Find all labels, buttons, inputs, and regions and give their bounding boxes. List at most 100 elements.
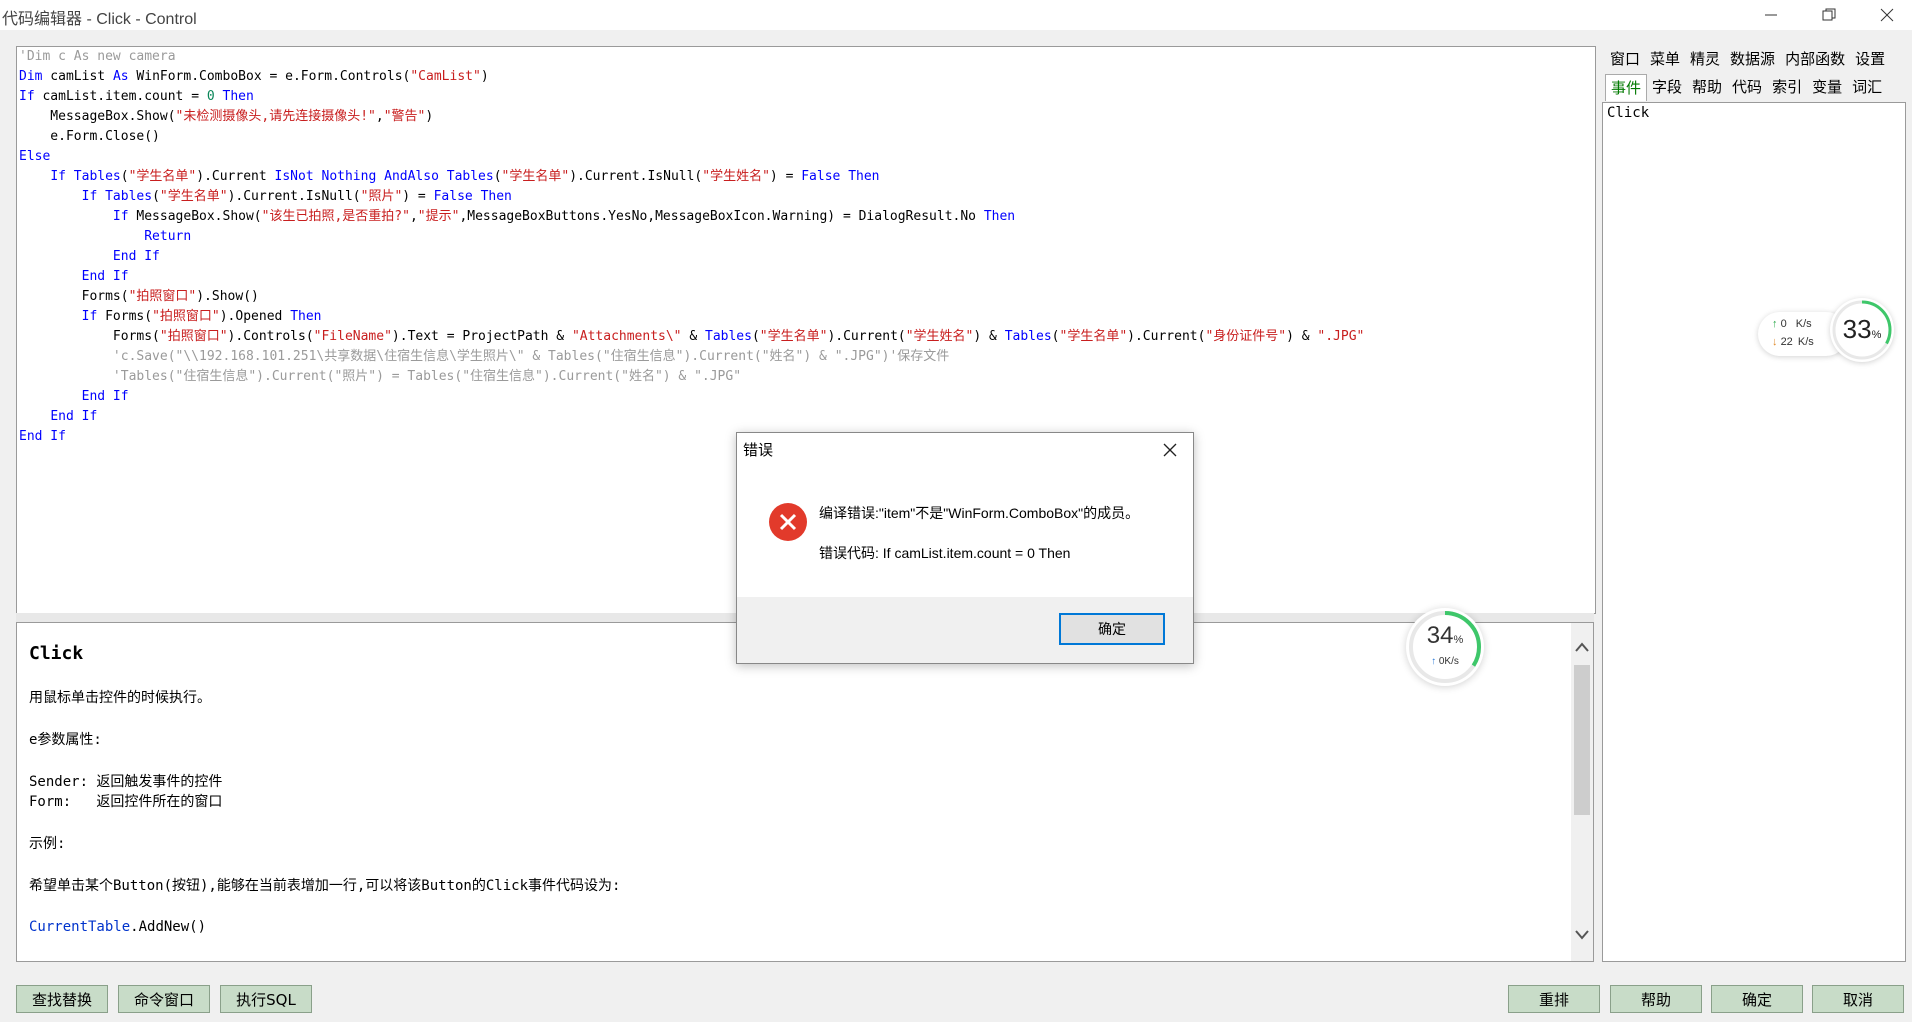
code-token: "学生姓名" [702,169,770,184]
download-value: 22 [1780,336,1793,348]
code-token: MessageBox.Show( [19,109,176,124]
restore-button[interactable] [1800,0,1858,30]
minimize-button[interactable] [1742,0,1800,30]
code-token: MessageBox.Show( [128,209,262,224]
tab-row2-6[interactable]: 词汇 [1847,74,1887,100]
tab-row2-1[interactable]: 字段 [1647,74,1687,100]
code-line: End If [19,267,129,287]
title-bar: 代码编辑器 - Click - Control [0,0,1912,30]
code-token: Tables [705,329,752,344]
help-description: 用鼠标单击控件的时候执行。 [29,690,211,706]
exec-sql-button[interactable]: 执行SQL [220,985,312,1013]
command-window-button[interactable]: 命令窗口 [118,985,210,1013]
code-token: "Attachments\" [571,329,682,344]
code-line: 'c.Save("\\192.168.101.251\共享数据\住宿生信息\学生… [19,347,949,367]
code-token: "学生名单" [128,169,197,184]
code-token: ( [152,189,160,204]
code-token: WinForm.ComboBox = e.Form.Controls( [128,69,411,84]
code-token: "该生已拍照,是否重拍?" [261,209,410,224]
gauge-pct-sign: % [1871,329,1882,341]
code-token: ( [751,329,760,344]
tab-row1-3[interactable]: 数据源 [1725,46,1780,72]
tab-row1-4[interactable]: 内部函数 [1780,46,1850,72]
help-example-code: CurrentTable.AddNew() [29,919,206,935]
dialog-close-button[interactable] [1155,435,1185,465]
code-token: ).Controls( [227,329,314,344]
code-token: End If [50,409,98,424]
code-token: End If [81,269,129,284]
code-token: ).Current.IsNull( [569,169,703,184]
tab-row1-0[interactable]: 窗口 [1605,46,1645,72]
code-line: Else [19,147,50,167]
code-token: Forms( [19,329,160,344]
code-token: ).Opened [219,309,291,324]
code-token: e.Form.Close() [19,129,160,144]
code-token: , [375,109,384,124]
code-token: ( [120,169,129,184]
ok-button[interactable]: 确定 [1711,985,1803,1013]
rearrange-button[interactable]: 重排 [1508,985,1600,1013]
scroll-up-button[interactable] [1571,635,1593,659]
code-token: False [433,189,473,204]
help-params-title: e参数属性: [29,732,102,748]
upload-unit: K/s [1795,318,1812,330]
close-button[interactable] [1858,0,1912,30]
code-token: "拍照窗口" [159,329,228,344]
code-line: Forms("拍照窗口").Controls("FileName").Text … [19,327,1364,347]
chevron-up-icon [1575,642,1589,652]
download-speed: ↓ 22 K/s [1772,336,1814,348]
event-list[interactable]: Click [1602,102,1906,962]
find-replace-button[interactable]: 查找替换 [16,985,108,1013]
window-title: 代码编辑器 - Click - Control [2,11,197,28]
up-arrow-icon: ↑ [1772,318,1778,330]
help-param-sender: Sender: 返回触发事件的控件 [29,774,223,790]
help-button[interactable]: 帮助 [1610,985,1702,1013]
scroll-down-button[interactable] [1571,923,1593,947]
help-panel: Click 用鼠标单击控件的时候执行。 e参数属性: Sender: 返回触发事… [16,622,1594,962]
help-scrollbar[interactable] [1571,623,1593,961]
tab-row2-2[interactable]: 帮助 [1687,74,1727,100]
tab-row2-4[interactable]: 索引 [1767,74,1807,100]
code-token: ).Current.IsNull( [227,189,361,204]
code-token: "学生名单" [501,169,570,184]
code-token: Forms( [19,289,129,304]
code-token: Tables [446,169,494,184]
code-token: "提示" [417,209,460,224]
dialog-ok-button[interactable]: 确定 [1059,613,1165,645]
cancel-button[interactable]: 取消 [1812,985,1904,1013]
error-dialog: 错误 编译错误:"item"不是"WinForm.ComboBox"的成员。 错… [736,432,1194,664]
tab-row2-0[interactable]: 事件 [1605,74,1648,101]
tab-row1-5[interactable]: 设置 [1850,46,1890,72]
list-item[interactable]: Click [1607,105,1649,121]
tab-row2-5[interactable]: 变量 [1807,74,1847,100]
code-token: End If [81,389,129,404]
code-token: ).Current( [827,329,906,344]
code-line: If Tables("学生名单").Current.IsNull("照片") =… [19,187,512,207]
code-token: ).Text = ProjectPath & [391,329,572,344]
code-token: Nothing [321,169,377,184]
tab-row1-1[interactable]: 菜单 [1645,46,1685,72]
cpu-percent: 34 [1426,622,1454,649]
code-token: "CamList" [410,69,481,84]
code-token: Tables [105,189,153,204]
code-token: "未检测摄像头,请先连接摄像头!" [175,109,376,124]
error-message: 编译错误:"item"不是"WinForm.ComboBox"的成员。 [819,505,1140,521]
close-icon [1880,8,1894,22]
cpu-gauge: 34% ↑ 0K/s [1406,608,1484,686]
code-line: If Forms("拍照窗口").Opened Then [19,307,322,327]
code-line: End If [19,407,97,427]
tab-row2-3[interactable]: 代码 [1727,74,1767,100]
code-token: Then [983,209,1016,224]
tab-row1-2[interactable]: 精灵 [1685,46,1725,72]
scroll-thumb[interactable] [1574,665,1590,815]
upload-speed: ↑ 0 K/s [1772,318,1812,330]
